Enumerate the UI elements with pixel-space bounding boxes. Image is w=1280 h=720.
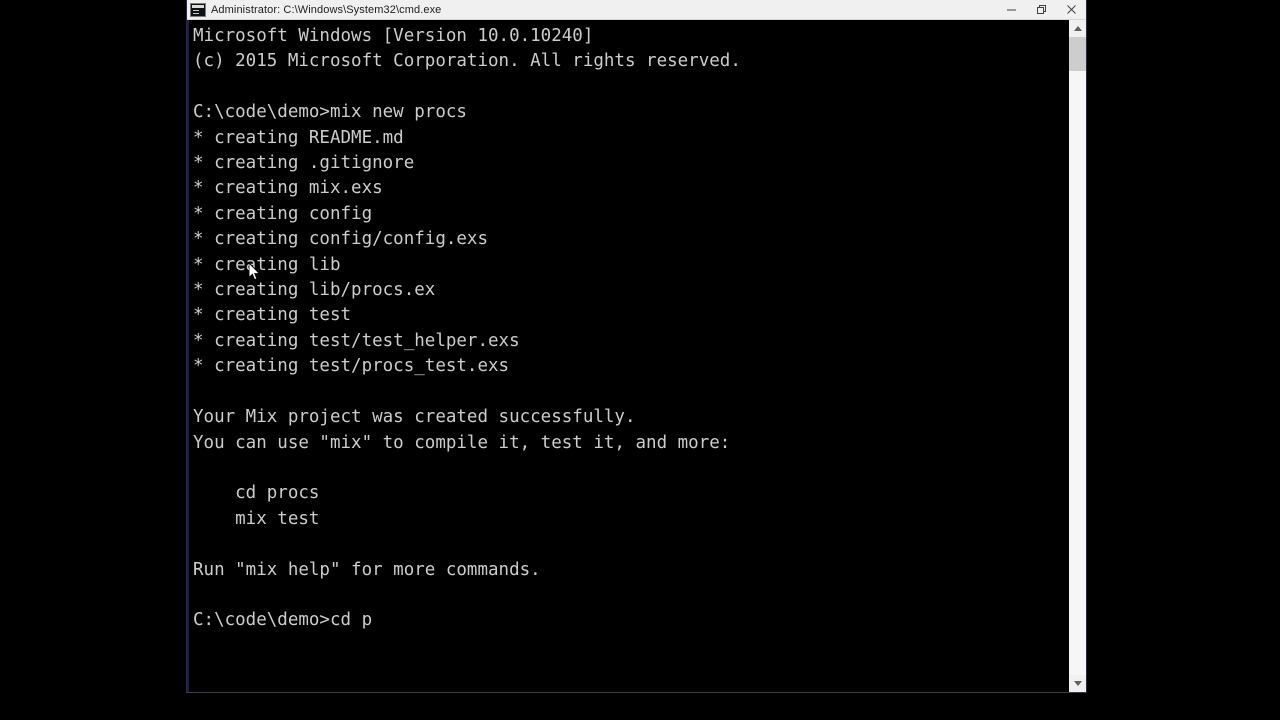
scrollbar-thumb[interactable]: [1069, 37, 1086, 71]
minimize-icon: [1006, 9, 1016, 11]
scroll-up-button[interactable]: [1069, 20, 1086, 37]
window-titlebar[interactable]: Administrator: C:\Windows\System32\cmd.e…: [187, 0, 1086, 20]
minimize-button[interactable]: [996, 0, 1026, 19]
scroll-up-arrow: [1073, 26, 1082, 31]
close-icon: [1066, 5, 1076, 14]
restore-icon: [1036, 5, 1046, 14]
desktop-background: Administrator: C:\Windows\System32\cmd.e…: [0, 0, 1280, 720]
scrollbar-track[interactable]: [1069, 37, 1086, 675]
console-scrollbar[interactable]: [1068, 20, 1086, 692]
scroll-down-button[interactable]: [1069, 675, 1086, 692]
command-prompt-window[interactable]: Administrator: C:\Windows\System32\cmd.e…: [186, 0, 1087, 693]
cmd-console-icon: [190, 2, 206, 17]
console-screen[interactable]: Microsoft Windows [Version 10.0.10240] (…: [187, 20, 1068, 692]
console-area[interactable]: Microsoft Windows [Version 10.0.10240] (…: [187, 20, 1086, 692]
window-title: Administrator: C:\Windows\System32\cmd.e…: [211, 3, 442, 16]
console-output: Microsoft Windows [Version 10.0.10240] (…: [193, 26, 741, 631]
scroll-down-arrow: [1073, 681, 1082, 686]
maximize-button[interactable]: [1026, 0, 1056, 19]
close-button[interactable]: [1056, 0, 1086, 19]
window-controls[interactable]: [996, 0, 1086, 19]
